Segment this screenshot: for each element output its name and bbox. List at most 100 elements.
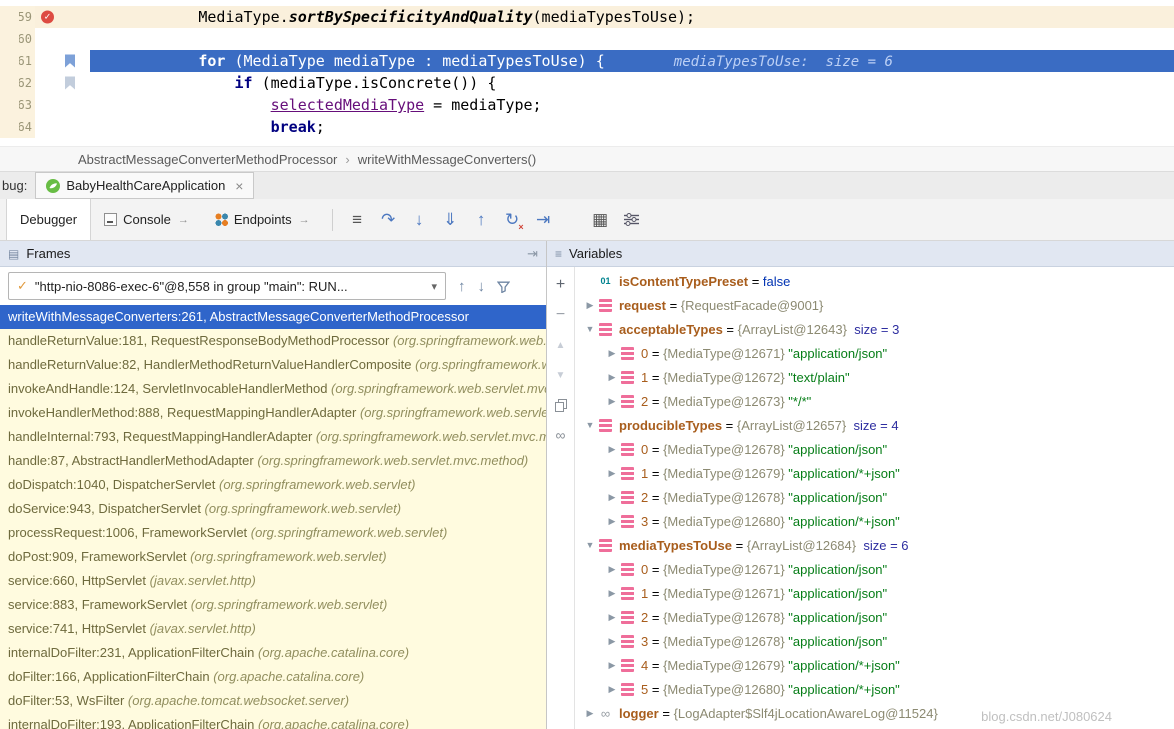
filter-icon[interactable]: [497, 280, 510, 293]
drop-frame-icon[interactable]: ↻×: [497, 206, 528, 234]
pin-icon[interactable]: ⇥: [527, 246, 538, 262]
chevron-right-icon[interactable]: ▶: [603, 468, 621, 479]
tab-console[interactable]: Console →: [91, 199, 202, 240]
frames-header[interactable]: ▤ Frames ⇥: [0, 241, 546, 267]
frame-row[interactable]: service:660, HttpServlet (javax.servlet.…: [0, 569, 546, 593]
evaluate-grid-icon[interactable]: ▦: [585, 206, 616, 234]
next-frame-icon[interactable]: ↓: [478, 278, 486, 295]
editor-gutter[interactable]: [35, 116, 90, 138]
editor-gutter[interactable]: [35, 94, 90, 116]
variable-row[interactable]: ▶2 = {MediaType@12678} "application/json…: [575, 605, 1174, 629]
variable-row[interactable]: ▶4 = {MediaType@12679} "application/*+js…: [575, 653, 1174, 677]
frame-row[interactable]: doFilter:53, WsFilter (org.apache.tomcat…: [0, 689, 546, 713]
frame-row[interactable]: processRequest:1006, FrameworkServlet (o…: [0, 521, 546, 545]
chevron-right-icon[interactable]: ▶: [603, 684, 621, 695]
code-text[interactable]: MediaType.sortBySpecificityAndQuality(me…: [90, 6, 1174, 28]
chevron-right-icon[interactable]: ▶: [603, 372, 621, 383]
variable-row[interactable]: ▶request = {RequestFacade@9001}: [575, 293, 1174, 317]
code-text[interactable]: selectedMediaType = mediaType;: [90, 94, 1174, 116]
frame-row[interactable]: doPost:909, FrameworkServlet (org.spring…: [0, 545, 546, 569]
frame-row[interactable]: internalDoFilter:231, ApplicationFilterC…: [0, 641, 546, 665]
frame-row[interactable]: doService:943, DispatcherServlet (org.sp…: [0, 497, 546, 521]
layout-menu-icon[interactable]: ≡: [342, 206, 373, 234]
variable-row[interactable]: ▼acceptableTypes = {ArrayList@12643} siz…: [575, 317, 1174, 341]
code-text[interactable]: if (mediaType.isConcrete()) {: [90, 72, 1174, 94]
frame-row[interactable]: handleReturnValue:82, HandlerMethodRetur…: [0, 353, 546, 377]
variable-row[interactable]: ▶0 = {MediaType@12671} "application/json…: [575, 341, 1174, 365]
close-icon[interactable]: ×: [235, 178, 243, 194]
variable-row[interactable]: ▼mediaTypesToUse = {ArrayList@12684} siz…: [575, 533, 1174, 557]
chevron-right-icon[interactable]: ▶: [603, 492, 621, 503]
force-step-into-icon[interactable]: ⇓: [435, 206, 466, 234]
variable-row[interactable]: 01isContentTypePreset = false: [575, 269, 1174, 293]
editor-gutter[interactable]: [35, 28, 90, 50]
tab-endpoints[interactable]: Endpoints →: [202, 199, 323, 240]
editor-gutter[interactable]: [35, 6, 90, 28]
frame-row[interactable]: handle:87, AbstractHandlerMethodAdapter …: [0, 449, 546, 473]
chevron-right-icon[interactable]: ▶: [603, 612, 621, 623]
code-editor[interactable]: 259 MediaType.sortBySpecificityAndQualit…: [0, 0, 1174, 146]
breadcrumb-item[interactable]: AbstractMessageConverterMethodProcessor: [78, 152, 337, 167]
step-into-icon[interactable]: ↓: [404, 206, 435, 234]
variable-row[interactable]: ▼producibleTypes = {ArrayList@12657} siz…: [575, 413, 1174, 437]
settings-sliders-icon[interactable]: [616, 206, 647, 234]
duplicate-icon[interactable]: [555, 397, 567, 413]
chevron-right-icon[interactable]: ▶: [603, 516, 621, 527]
chevron-right-icon[interactable]: ▶: [603, 444, 621, 455]
variables-header[interactable]: ≡ Variables: [547, 241, 1174, 267]
frame-row[interactable]: handleReturnValue:181, RequestResponseBo…: [0, 329, 546, 353]
chevron-right-icon[interactable]: ▶: [603, 660, 621, 671]
run-to-cursor-icon[interactable]: ⇥: [528, 206, 559, 234]
chevron-right-icon[interactable]: ▶: [603, 564, 621, 575]
watches-infinity-icon[interactable]: ∞: [556, 427, 566, 443]
thread-selector[interactable]: ✓ "http-nio-8086-exec-6"@8,558 in group …: [8, 272, 446, 300]
step-over-icon[interactable]: ↷: [373, 206, 404, 234]
add-watch-icon[interactable]: +: [556, 277, 565, 293]
frame-row[interactable]: handleInternal:793, RequestMappingHandle…: [0, 425, 546, 449]
frame-row[interactable]: service:883, FrameworkServlet (org.sprin…: [0, 593, 546, 617]
chevron-down-icon[interactable]: ▼: [581, 324, 599, 334]
chevron-right-icon[interactable]: ▶: [581, 300, 599, 311]
variable-row[interactable]: ▶3 = {MediaType@12680} "application/*+js…: [575, 509, 1174, 533]
frame-row[interactable]: service:741, HttpServlet (javax.servlet.…: [0, 617, 546, 641]
frame-row[interactable]: writeWithMessageConverters:261, Abstract…: [0, 305, 546, 329]
tab-debugger[interactable]: Debugger: [6, 199, 91, 240]
variable-row[interactable]: ▶3 = {MediaType@12678} "application/json…: [575, 629, 1174, 653]
field-icon: [599, 323, 612, 336]
breakpoint-icon[interactable]: [41, 11, 54, 24]
chevron-down-icon[interactable]: ▼: [581, 540, 599, 550]
tab-arrow-icon: →: [299, 214, 310, 226]
frame-row[interactable]: invokeHandlerMethod:888, RequestMappingH…: [0, 401, 546, 425]
variable-row[interactable]: ▶1 = {MediaType@12672} "text/plain": [575, 365, 1174, 389]
variable-row[interactable]: ▶0 = {MediaType@12678} "application/json…: [575, 437, 1174, 461]
remove-watch-icon[interactable]: −: [556, 307, 565, 323]
variable-row[interactable]: ▶0 = {MediaType@12671} "application/json…: [575, 557, 1174, 581]
chevron-right-icon[interactable]: ▶: [581, 708, 599, 719]
step-out-icon[interactable]: ↑: [466, 206, 497, 234]
run-config-tab[interactable]: BabyHealthCareApplication ×: [35, 172, 254, 199]
frame-row[interactable]: doDispatch:1040, DispatcherServlet (org.…: [0, 473, 546, 497]
variable-row[interactable]: ▶1 = {MediaType@12679} "application/*+js…: [575, 461, 1174, 485]
variable-row[interactable]: ▶∞logger = {LogAdapter$Slf4jLocationAwar…: [575, 701, 1174, 725]
breadcrumb-item[interactable]: writeWithMessageConverters(): [358, 152, 536, 167]
code-text[interactable]: [90, 28, 1174, 50]
editor-gutter[interactable]: [35, 72, 90, 94]
chevron-right-icon[interactable]: ▶: [603, 636, 621, 647]
frame-row[interactable]: internalDoFilter:193, ApplicationFilterC…: [0, 713, 546, 729]
scroll-down-icon[interactable]: ▼: [556, 367, 566, 383]
variable-row[interactable]: ▶2 = {MediaType@12678} "application/json…: [575, 485, 1174, 509]
variable-row[interactable]: ▶5 = {MediaType@12680} "application/*+js…: [575, 677, 1174, 701]
previous-frame-icon[interactable]: ↑: [458, 278, 466, 295]
frame-row[interactable]: doFilter:166, ApplicationFilterChain (or…: [0, 665, 546, 689]
variable-row[interactable]: ▶2 = {MediaType@12673} "*/*": [575, 389, 1174, 413]
chevron-right-icon[interactable]: ▶: [603, 396, 621, 407]
chevron-right-icon[interactable]: ▶: [603, 588, 621, 599]
editor-gutter[interactable]: [35, 50, 90, 72]
chevron-down-icon[interactable]: ▼: [581, 420, 599, 430]
code-text[interactable]: for (MediaType mediaType : mediaTypesToU…: [90, 50, 1174, 72]
code-text[interactable]: break;: [90, 116, 1174, 138]
variable-row[interactable]: ▶1 = {MediaType@12671} "application/json…: [575, 581, 1174, 605]
scroll-up-icon[interactable]: ▲: [556, 337, 566, 353]
frame-row[interactable]: invokeAndHandle:124, ServletInvocableHan…: [0, 377, 546, 401]
chevron-right-icon[interactable]: ▶: [603, 348, 621, 359]
